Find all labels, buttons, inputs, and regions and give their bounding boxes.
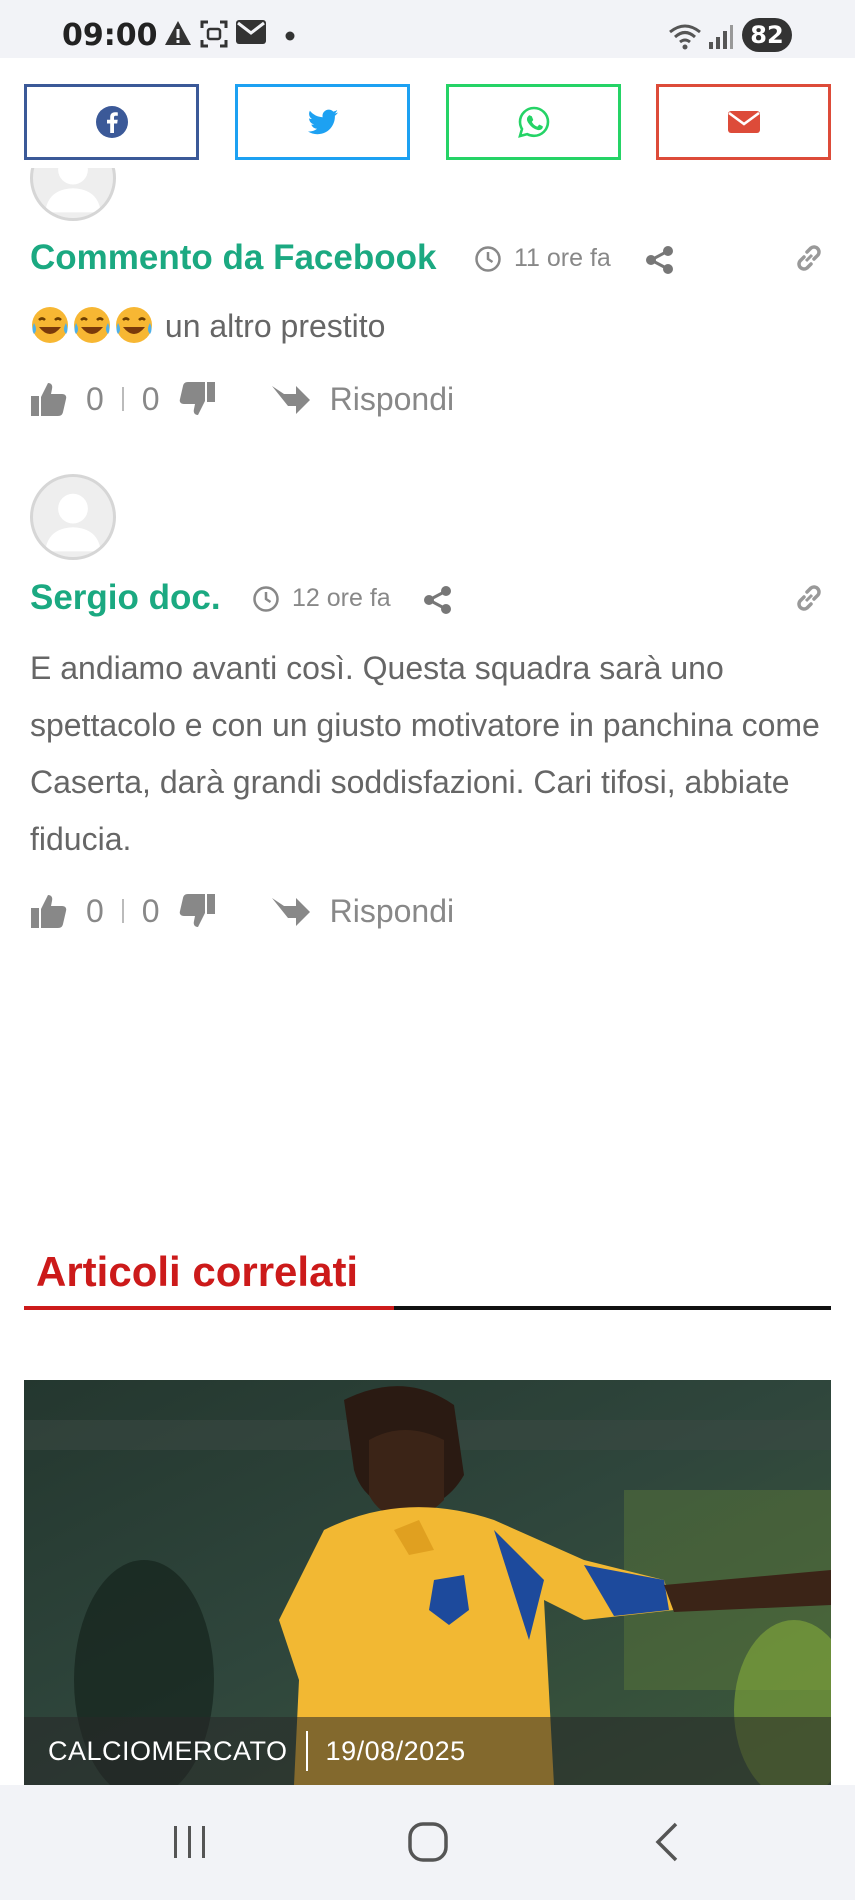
clock-icon: [475, 245, 501, 272]
share-bar: [0, 58, 855, 168]
joy-emoji-icon: [116, 307, 152, 343]
share-twitter-button[interactable]: [235, 84, 410, 160]
comment-time-text: 11 ore fa: [514, 244, 611, 272]
like-count: 0: [86, 380, 104, 417]
thumbs-up-icon[interactable]: [30, 380, 68, 418]
reply-button[interactable]: Rispondi: [270, 892, 455, 930]
screenshot-icon: [200, 20, 228, 48]
thumbs-up-icon[interactable]: [30, 892, 68, 930]
permalink-icon[interactable]: [792, 581, 826, 615]
comment-actions: 0 0 Rispondi: [30, 892, 454, 930]
thumbs-down-icon[interactable]: [178, 892, 216, 930]
comment-time: 11 ore fa: [474, 244, 611, 273]
reply-arrow-icon: [271, 386, 310, 414]
dislike-count: 0: [141, 380, 160, 417]
alert-icon: [165, 21, 191, 45]
comment-text: un altro prestito: [30, 298, 830, 355]
reply-button[interactable]: Rispondi: [270, 380, 455, 418]
mail-icon: [236, 20, 266, 44]
comment-actions: 0 0 Rispondi: [30, 380, 454, 418]
recent-apps-icon: [174, 1826, 205, 1858]
recent-apps-button[interactable]: [160, 1817, 220, 1867]
meta-divider: [305, 1731, 308, 1771]
home-icon: [408, 1822, 448, 1862]
comment-time: 12 ore fa: [252, 584, 391, 613]
thumbs-down-icon[interactable]: [178, 380, 216, 418]
twitter-icon: [307, 109, 338, 135]
clock-icon: [253, 585, 279, 612]
comment-time-text: 12 ore fa: [292, 584, 391, 612]
facebook-icon: [95, 106, 128, 138]
email-icon: [727, 111, 760, 133]
permalink-icon[interactable]: [792, 241, 826, 275]
back-button[interactable]: [638, 1817, 698, 1867]
reply-arrow-icon: [271, 898, 310, 926]
whatsapp-icon: [517, 106, 549, 138]
comment-text: E andiamo avanti così. Questa squadra sa…: [30, 650, 820, 857]
dot-icon: [285, 31, 295, 41]
comment-text-content: un altro prestito: [164, 308, 386, 344]
dislike-count: 0: [141, 892, 160, 929]
wifi-icon: [669, 24, 701, 50]
comment-author[interactable]: Sergio doc.: [30, 578, 221, 618]
joy-emoji-icon: [32, 307, 68, 343]
battery-level: 82: [742, 18, 792, 52]
user-avatar-icon: [45, 493, 101, 552]
related-article-card[interactable]: CALCIOMERCATO 19/08/2025: [24, 1380, 831, 1785]
share-whatsapp-button[interactable]: [446, 84, 621, 160]
comment-share-icon[interactable]: [422, 584, 454, 616]
comment-share-icon[interactable]: [644, 244, 676, 276]
reply-label: Rispondi: [329, 892, 455, 929]
heading-underline-accent: [24, 1306, 394, 1310]
share-facebook-button[interactable]: [24, 84, 199, 160]
status-time: 09:00: [62, 18, 158, 53]
share-email-button[interactable]: [656, 84, 831, 160]
vote-divider: [121, 899, 124, 923]
avatar: [30, 474, 116, 560]
article-category[interactable]: CALCIOMERCATO: [48, 1736, 288, 1767]
related-articles-heading: Articoli correlati: [36, 1248, 359, 1295]
navigation-bar: [0, 1785, 855, 1900]
comment-author[interactable]: Commento da Facebook: [30, 238, 436, 278]
signal-icon: [709, 25, 733, 49]
status-bar: 09:00 82: [0, 0, 855, 58]
article-date: 19/08/2025: [325, 1735, 466, 1766]
vote-divider: [121, 387, 124, 411]
back-icon: [655, 1822, 678, 1862]
home-button[interactable]: [398, 1817, 458, 1867]
joy-emoji-icon: [74, 307, 110, 343]
article-meta-bar: CALCIOMERCATO 19/08/2025: [24, 1717, 831, 1785]
reply-label: Rispondi: [329, 380, 455, 417]
like-count: 0: [86, 892, 104, 929]
